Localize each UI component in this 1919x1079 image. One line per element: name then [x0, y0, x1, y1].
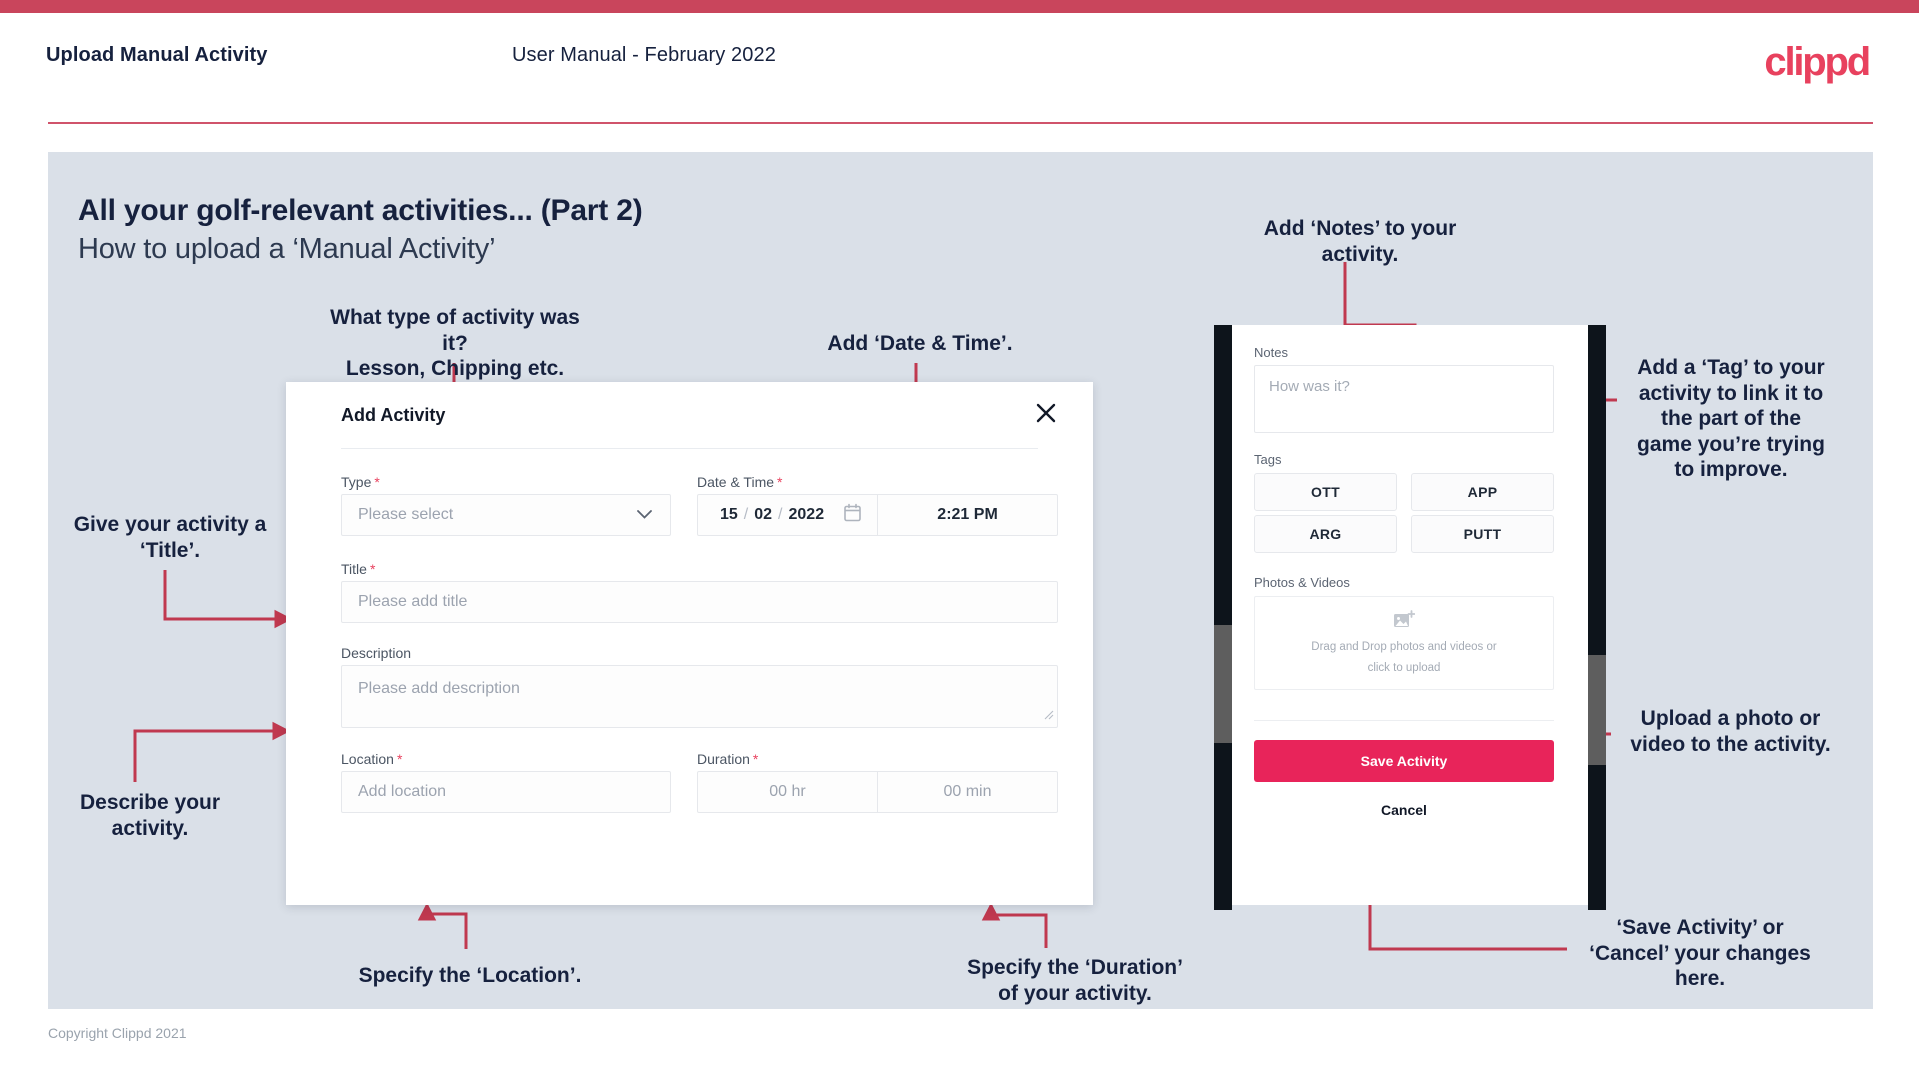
datetime-label: Date & Time *: [697, 474, 782, 490]
dialog-header-divider: [341, 448, 1038, 449]
location-input[interactable]: Add location: [341, 771, 671, 813]
clippd-logo: clippd: [1764, 40, 1871, 84]
location-label-text: Location: [341, 751, 394, 767]
add-image-icon: [1393, 609, 1416, 635]
annotation-save-cancel: ‘Save Activity’ or ‘Cancel’ your changes…: [1589, 916, 1811, 991]
tags-label: Tags: [1254, 452, 1282, 467]
tag-button-arg[interactable]: ARG: [1254, 515, 1397, 553]
phone-volume-button-left: [1214, 625, 1232, 743]
phone-right-rail: [1588, 325, 1606, 910]
date-day: 15: [720, 506, 738, 523]
annotation-location: Specify the ‘Location’.: [358, 964, 582, 987]
title-label-text: Title: [341, 561, 367, 577]
type-required-mark: *: [374, 474, 380, 490]
resize-grip-icon[interactable]: [1043, 707, 1054, 725]
type-label: Type *: [341, 474, 380, 490]
type-label-text: Type: [341, 474, 372, 490]
dialog-title: Add Activity: [341, 405, 446, 425]
duration-minutes-input[interactable]: 00 min: [878, 772, 1057, 812]
media-dropzone[interactable]: Drag and Drop photos and videos or click…: [1254, 596, 1554, 690]
phone-mockup: Notes How was it? Tags OTT APP ARG PUTT …: [1214, 325, 1606, 910]
duration-field[interactable]: 00 hr 00 min: [697, 771, 1058, 813]
dialog-header: Add Activity: [286, 382, 1093, 449]
save-activity-button[interactable]: Save Activity: [1254, 740, 1554, 782]
duration-hours-input[interactable]: 00 hr: [698, 772, 877, 812]
annotation-describe: Describe your activity.: [79, 791, 221, 840]
phone-actions-divider: [1254, 720, 1554, 721]
annotation-type: What type of activity was it? Lesson, Ch…: [330, 306, 580, 381]
close-icon[interactable]: [1029, 396, 1063, 430]
page-subtitle: User Manual - February 2022: [512, 44, 776, 66]
date-month: 02: [754, 506, 773, 523]
media-label: Photos & Videos: [1254, 575, 1350, 590]
header-divider: [48, 122, 1873, 124]
notes-label: Notes: [1254, 345, 1288, 360]
date-year: 2022: [788, 506, 825, 523]
duration-required-mark: *: [752, 751, 759, 767]
datetime-label-text: Date & Time: [697, 474, 775, 490]
date-sep-2: /: [778, 506, 783, 523]
type-placeholder: Please select: [358, 506, 454, 523]
deck-subtitle: How to upload a ‘Manual Activity’: [78, 233, 496, 265]
notes-placeholder: How was it?: [1269, 378, 1350, 395]
tag-button-app[interactable]: APP: [1411, 473, 1554, 511]
date-sep-1: /: [743, 506, 749, 523]
tag-button-putt[interactable]: PUTT: [1411, 515, 1554, 553]
tag-button-ott[interactable]: OTT: [1254, 473, 1397, 511]
calendar-icon[interactable]: [844, 503, 861, 527]
phone-screen: Notes How was it? Tags OTT APP ARG PUTT …: [1232, 325, 1588, 905]
description-textarea[interactable]: Please add description: [341, 665, 1058, 728]
notes-textarea[interactable]: How was it?: [1254, 365, 1554, 433]
datetime-field[interactable]: 15 / 02 / 2022 2:21 PM: [697, 494, 1058, 536]
time-input[interactable]: 2:21 PM: [878, 495, 1057, 535]
annotation-notes: Add ‘Notes’ to your activity.: [1263, 217, 1457, 266]
chevron-down-icon: [637, 506, 652, 524]
location-label: Location *: [341, 751, 402, 767]
duration-label: Duration *: [697, 751, 758, 767]
duration-label-text: Duration: [697, 751, 750, 767]
page-title: Upload Manual Activity: [46, 44, 268, 66]
title-placeholder: Please add title: [358, 593, 468, 610]
annotation-tag: Add a ‘Tag’ to your activity to link it …: [1637, 356, 1825, 482]
annotation-upload: Upload a photo or video to the activity.: [1630, 707, 1831, 756]
dropzone-line-1: Drag and Drop photos and videos or: [1311, 640, 1497, 653]
deck-title: All your golf-relevant activities... (Pa…: [78, 194, 643, 227]
cancel-button[interactable]: Cancel: [1254, 795, 1554, 825]
location-required-mark: *: [396, 751, 403, 767]
title-required-mark: *: [369, 561, 376, 577]
description-placeholder: Please add description: [358, 680, 520, 697]
title-input[interactable]: Please add title: [341, 581, 1058, 623]
title-label: Title *: [341, 561, 375, 577]
datetime-required-mark: *: [777, 474, 783, 490]
copyright-text: Copyright Clippd 2021: [48, 1025, 187, 1041]
annotation-title: Give your activity a ‘Title’.: [73, 513, 267, 562]
description-label: Description: [341, 645, 412, 661]
phone-left-rail: [1214, 325, 1232, 910]
type-select[interactable]: Please select: [341, 494, 671, 536]
top-accent-band: [0, 0, 1919, 13]
phone-power-button-right: [1588, 655, 1606, 765]
add-activity-dialog: Add Activity Type * Please select Date & …: [286, 382, 1093, 905]
slide-root: Upload Manual Activity User Manual - Feb…: [0, 0, 1919, 1079]
location-placeholder: Add location: [358, 783, 447, 800]
date-input[interactable]: 15 / 02 / 2022: [698, 495, 877, 535]
dropzone-line-2: click to upload: [1367, 661, 1441, 674]
annotation-duration: Specify the ‘Duration’ of your activity.: [967, 956, 1183, 1005]
annotation-datetime: Add ‘Date & Time’.: [827, 332, 1013, 355]
